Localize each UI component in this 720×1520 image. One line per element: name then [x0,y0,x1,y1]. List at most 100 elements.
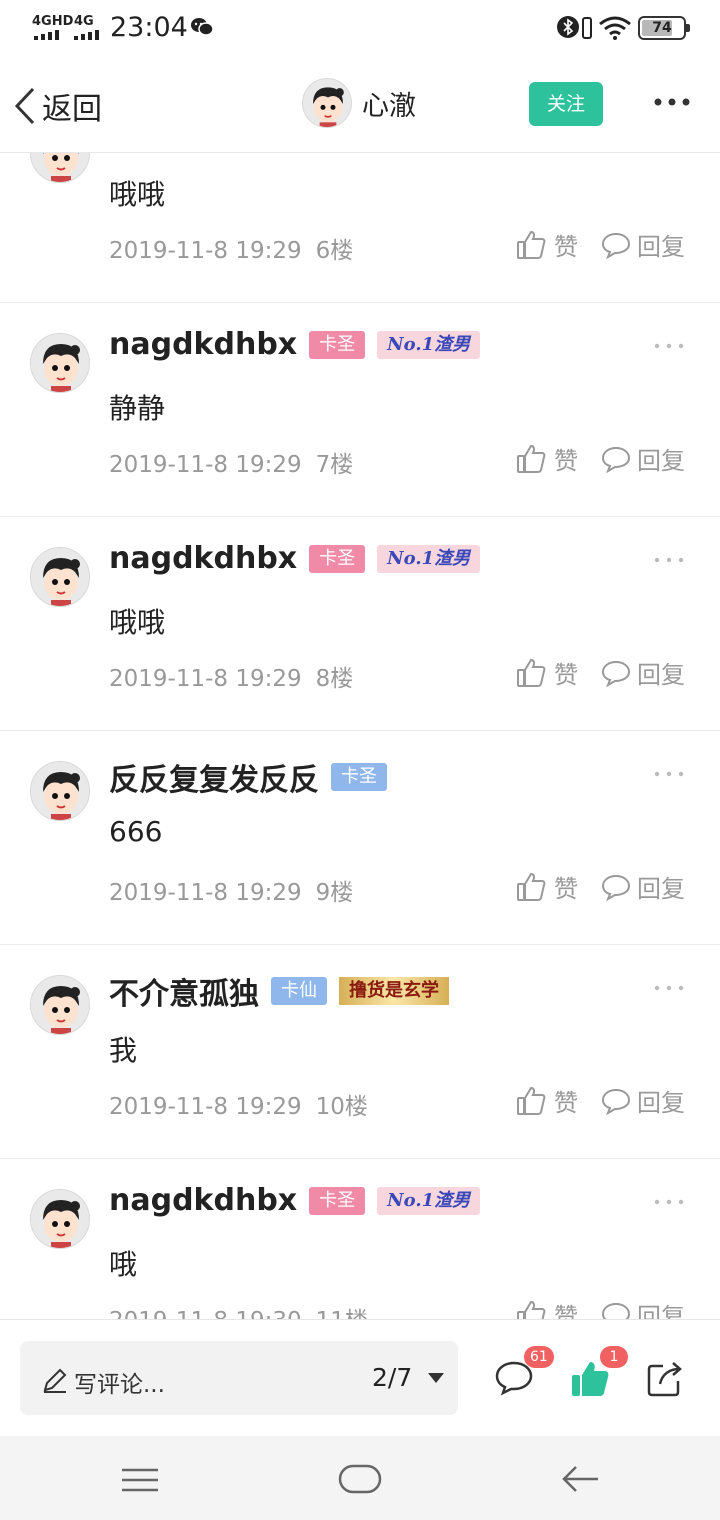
reply-label: 回复 [637,233,685,261]
like-label: 赞 [554,447,578,475]
floor-number: 8楼 [315,666,354,692]
comment-date: 2019-11-8 19:29 [109,238,302,264]
like-label: 赞 [554,875,578,903]
avatar[interactable] [302,78,352,128]
comment-item[interactable]: 不介意孤独 卡仙 撸货是玄学我 2019-11-8 19:29 10楼 赞 回复 [0,945,720,1159]
thumbs-up-icon [517,872,546,901]
back-button[interactable]: 返回 [14,84,102,128]
username[interactable]: 不介意孤独 [109,969,259,1013]
reply-button[interactable]: 回复 [601,655,685,690]
floor-number: 11楼 [316,1308,368,1319]
user-badge: 卡圣 [309,1186,366,1215]
user-badge: No.1渣男 [377,1186,481,1215]
battery-percent: 74 [652,20,672,36]
reply-button[interactable]: 回复 [601,227,685,262]
avatar-image [31,976,89,1034]
avatar[interactable] [30,975,90,1035]
signal-bars-icon [34,30,59,40]
comment-text: 静静 [109,392,166,425]
avatar[interactable] [30,1189,90,1249]
signal-2-label: 4G [74,14,94,29]
user-badge: 撸货是玄学 [339,977,449,1005]
comment-date: 2019-11-8 19:29 [109,880,302,906]
avatar[interactable] [30,547,90,607]
reply-button[interactable]: 回复 [601,441,685,476]
username-row: 反反复复发反反 卡圣 [109,755,387,799]
username-row: nagdkdhbx 卡圣 No.1渣男 [109,1183,481,1218]
avatar-image [31,762,89,820]
comment-input[interactable]: 写评论... 2/7 [20,1341,458,1415]
comment-icon [601,232,631,259]
comment-meta: 2019-11-8 19:30 11楼 [109,1301,368,1319]
reply-button[interactable]: 回复 [601,1297,685,1319]
comment-date: 2019-11-8 19:29 [109,1094,302,1120]
reply-button[interactable]: 回复 [601,869,685,904]
comment-feed[interactable]: 哦哦 2019-11-8 19:29 6楼赞回复 nagdkdhbx 卡圣 No.1渣男静… [0,153,720,1319]
wechat-icon [191,18,214,36]
home-icon[interactable] [338,1464,382,1494]
comment-text: 哦哦 [109,606,166,639]
username[interactable]: nagdkdhbx [109,1183,297,1218]
comment-icon [601,874,631,901]
author-info[interactable]: 心澈 [302,78,416,128]
reply-label: 回复 [637,875,685,903]
comment-placeholder: 写评论... [74,1372,165,1398]
reply-label: 回复 [637,661,685,689]
like-button[interactable]: 赞 [516,869,578,904]
thumbs-up-icon [517,230,546,259]
like-button[interactable]: 赞 [516,441,578,476]
caret-down-icon[interactable] [428,1373,444,1383]
follow-button[interactable]: 关注 [529,82,603,126]
comment-count-badge: 61 [524,1346,554,1368]
comment-text: 我 [109,1034,138,1067]
share-icon[interactable] [646,1360,684,1398]
user-badge: No.1渣男 [377,330,481,359]
comment-date: 2019-11-8 19:29 [109,452,302,478]
username[interactable]: nagdkdhbx [109,541,297,576]
avatar[interactable] [30,761,90,821]
like-button[interactable]: 赞 [516,655,578,690]
like-button[interactable]: 赞 [516,227,578,262]
comment-item[interactable]: nagdkdhbx 卡圣 No.1渣男 静静 2019-11-8 19:29 7楼 赞 回复 [0,303,720,517]
page-indicator[interactable]: 2/7 [372,1363,412,1392]
comment-item[interactable]: nagdkdhbx 卡圣 No.1渣男 哦哦 2019-11-8 19:29 8楼 赞 回复 [0,517,720,731]
comment-meta: 2019-11-8 19:29 10楼 [109,1087,368,1121]
like-button[interactable]: 赞 [516,1297,578,1319]
signal-bars-icon [74,30,99,40]
avatar-image [31,1190,89,1248]
username[interactable]: nagdkdhbx [109,327,297,362]
user-badge: 卡圣 [309,330,366,359]
system-nav-bar [0,1436,720,1520]
like-label: 赞 [554,1089,578,1117]
avatar-image [31,548,89,606]
reply-button[interactable]: 回复 [601,1083,685,1118]
comment-item[interactable]: 反反复复发反反 卡圣 666 2019-11-8 19:29 9楼 赞 回复 [0,731,720,945]
like-label: 赞 [554,661,578,689]
user-badge: 卡仙 [271,977,327,1005]
more-icon[interactable] [652,92,692,112]
like-button[interactable]: 赞 [516,1083,578,1118]
more-icon[interactable] [652,769,686,779]
floor-number: 9楼 [315,880,354,906]
back-arrow-icon[interactable] [562,1464,600,1494]
user-badge: 卡圣 [331,763,387,791]
status-bar: 4GHD 4G 23:04 74 [0,0,720,56]
like-label: 赞 [554,1303,578,1319]
comment-text: 666 [109,815,163,848]
avatar[interactable] [30,153,90,183]
battery-indicator: 74 [638,16,690,40]
comment-item[interactable]: 哦哦 2019-11-8 19:29 6楼 赞 回复 [0,153,720,303]
username[interactable]: 反反复复发反反 [109,755,319,799]
avatar[interactable] [30,333,90,393]
wifi-icon [599,16,631,40]
more-icon[interactable] [652,1197,686,1207]
comment-item[interactable]: nagdkdhbx 卡圣 No.1渣男哦 2019-11-8 19:30 11楼 赞 回复 [0,1159,720,1319]
more-icon[interactable] [652,983,686,993]
more-icon[interactable] [652,555,686,565]
bluetooth-icon [557,16,579,38]
menu-icon[interactable] [122,1468,158,1492]
comment-date: 2019-11-8 19:29 [109,666,302,692]
reply-label: 回复 [637,1089,685,1117]
thumbs-up-icon [517,1300,546,1319]
more-icon[interactable] [652,341,686,351]
